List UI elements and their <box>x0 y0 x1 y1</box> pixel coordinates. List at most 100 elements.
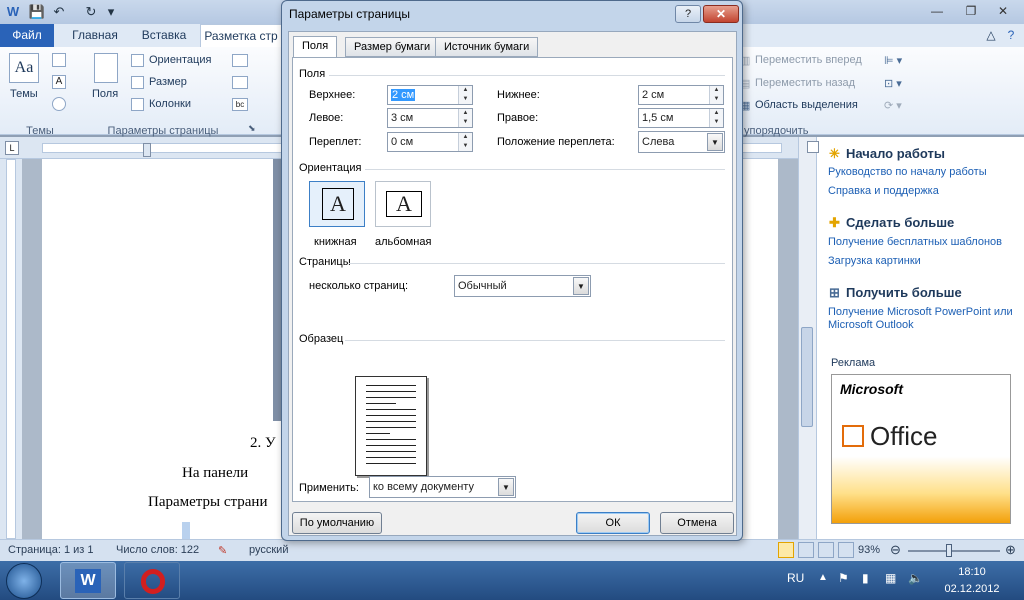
hyphenation-icon[interactable]: bc <box>232 98 248 111</box>
language-status[interactable]: русский <box>249 544 288 556</box>
theme-effects-icon[interactable] <box>52 97 66 111</box>
help-icon[interactable]: ? <box>1002 24 1020 47</box>
gutter-value[interactable]: 0 см <box>391 136 413 148</box>
align-icon[interactable]: ⊫ ▾ <box>884 54 902 67</box>
right-margin-spinner[interactable]: 1,5 см ▲ ▼ <box>638 108 724 128</box>
page-count[interactable]: Страница: 1 из 1 <box>8 544 94 556</box>
spinner-arrows-icon[interactable]: ▲ ▼ <box>458 133 472 151</box>
size-icon[interactable] <box>131 76 144 89</box>
left-margin-value[interactable]: 3 см <box>391 112 413 124</box>
landscape-option[interactable]: A <box>375 181 431 227</box>
rotate-icon[interactable]: ⟳ ▾ <box>884 99 902 112</box>
apply-to-select[interactable]: ко всему документу ▼ <box>369 476 516 498</box>
start-guide-link[interactable]: Руководство по началу работы <box>828 166 987 178</box>
bottom-margin-value[interactable]: 2 см <box>642 89 664 101</box>
dialog-close-icon[interactable]: ✕ <box>703 5 739 23</box>
print-layout-icon[interactable] <box>778 542 794 558</box>
zoom-slider[interactable] <box>908 550 1000 552</box>
themes-icon[interactable]: Aa <box>9 53 39 83</box>
page-setup-launcher-icon[interactable]: ⬊ <box>248 123 256 134</box>
margins-icon[interactable] <box>94 53 118 83</box>
tab-paper-source[interactable]: Источник бумаги <box>435 37 539 57</box>
dropdown-arrow-icon[interactable]: ▼ <box>707 133 723 151</box>
clipart-link[interactable]: Загрузка картинки <box>828 255 921 267</box>
set-default-button[interactable]: По умолчанию <box>292 512 382 534</box>
tray-flag-icon[interactable]: ⚑ <box>838 571 849 585</box>
dropdown-arrow-icon[interactable]: ▼ <box>573 277 589 295</box>
orientation-icon[interactable] <box>131 54 144 67</box>
dialog-help-icon[interactable]: ? <box>675 5 701 23</box>
tab-paper-size[interactable]: Размер бумаги <box>345 37 440 57</box>
portrait-label[interactable]: книжная <box>314 236 357 248</box>
clock-time[interactable]: 18:10 <box>944 566 1000 578</box>
columns-icon[interactable] <box>131 98 144 111</box>
portrait-option[interactable]: A <box>309 181 365 227</box>
taskbar-word-button[interactable]: W <box>60 562 116 599</box>
theme-fonts-icon[interactable]: A <box>52 75 66 89</box>
tab-page-layout[interactable]: Разметка стр <box>200 24 282 47</box>
scrollbar-thumb[interactable] <box>801 327 813 427</box>
office-ad-banner[interactable]: Microsoft Office <box>831 374 1011 524</box>
tab-home[interactable]: Главная <box>64 24 126 47</box>
selection-pane-button[interactable]: Область выделения <box>755 99 858 111</box>
orientation-button[interactable]: Ориентация <box>149 54 211 66</box>
input-language[interactable]: RU <box>787 571 804 585</box>
gutter-spinner[interactable]: 0 см ▲ ▼ <box>387 132 473 152</box>
line-numbers-icon[interactable] <box>232 76 248 89</box>
undo-icon[interactable]: ↶ <box>50 3 68 21</box>
minimize-icon[interactable]: — <box>924 2 950 20</box>
restore-icon[interactable]: ❐ <box>958 2 984 20</box>
multiple-pages-select[interactable]: Обычный ▼ <box>454 275 591 297</box>
pane-toggle-icon[interactable] <box>807 141 819 153</box>
margins-button-label[interactable]: Поля <box>92 88 118 100</box>
proofing-icon[interactable]: ✎ <box>218 544 227 557</box>
powerpoint-link[interactable]: Получение Microsoft PowerPoint или <box>828 306 1013 318</box>
size-button[interactable]: Размер <box>149 76 187 88</box>
themes-button-label[interactable]: Темы <box>10 88 38 100</box>
left-margin-spinner[interactable]: 3 см ▲ ▼ <box>387 108 473 128</box>
tab-margins[interactable]: Поля <box>293 36 338 58</box>
word-count[interactable]: Число слов: 122 <box>116 544 199 556</box>
indent-marker[interactable] <box>143 143 151 157</box>
templates-link[interactable]: Получение бесплатных шаблонов <box>828 236 1002 248</box>
landscape-label[interactable]: альбомная <box>375 236 431 248</box>
window-close-icon[interactable]: ✕ <box>990 2 1016 20</box>
spinner-arrows-icon[interactable]: ▲ ▼ <box>458 86 472 104</box>
zoom-in-icon[interactable]: ⊕ <box>1005 543 1016 557</box>
help-support-link[interactable]: Справка и поддержка <box>828 185 939 197</box>
volume-icon[interactable]: 🔈 <box>908 571 923 585</box>
ok-button[interactable]: ОК <box>576 512 650 534</box>
zoom-slider-thumb[interactable] <box>946 544 952 557</box>
clock-date[interactable]: 02.12.2012 <box>940 583 1004 595</box>
start-button-icon[interactable] <box>6 563 42 599</box>
outlook-link[interactable]: Microsoft Outlook <box>828 319 914 331</box>
tab-insert[interactable]: Вставка <box>134 24 194 47</box>
spinner-arrows-icon[interactable]: ▲ ▼ <box>458 109 472 127</box>
spinner-arrows-icon[interactable]: ▲ ▼ <box>709 109 723 127</box>
taskbar-opera-button[interactable] <box>124 562 180 599</box>
send-backward-button[interactable]: Переместить назад <box>755 77 855 89</box>
save-icon[interactable]: 💾 <box>28 3 46 21</box>
theme-colors-icon[interactable] <box>52 53 66 67</box>
bottom-margin-spinner[interactable]: 2 см ▲ ▼ <box>638 85 724 105</box>
gutter-position-select[interactable]: Слева ▼ <box>638 131 725 153</box>
vertical-scrollbar[interactable] <box>798 137 816 539</box>
battery-icon[interactable]: ▮ <box>862 571 869 585</box>
network-icon[interactable]: ▦ <box>885 571 896 585</box>
spinner-arrows-icon[interactable]: ▲ ▼ <box>709 86 723 104</box>
zoom-level[interactable]: 93% <box>858 544 880 556</box>
group-objects-icon[interactable]: ⊡ ▾ <box>884 77 902 90</box>
web-layout-icon[interactable] <box>818 542 834 558</box>
outline-icon[interactable] <box>838 542 854 558</box>
tab-selector-icon[interactable]: L <box>5 141 19 155</box>
bring-forward-button[interactable]: Переместить вперед <box>755 54 862 66</box>
zoom-out-icon[interactable]: ⊖ <box>890 543 901 557</box>
tab-file[interactable]: Файл <box>0 24 54 47</box>
tray-expand-icon[interactable]: ▲ <box>818 572 828 583</box>
customize-toolbar-icon[interactable]: ▾ <box>102 3 120 21</box>
columns-button[interactable]: Колонки <box>149 98 191 110</box>
breaks-icon[interactable] <box>232 54 248 67</box>
right-margin-value[interactable]: 1,5 см <box>642 112 673 124</box>
dropdown-arrow-icon[interactable]: ▼ <box>498 478 514 496</box>
full-screen-icon[interactable] <box>798 542 814 558</box>
